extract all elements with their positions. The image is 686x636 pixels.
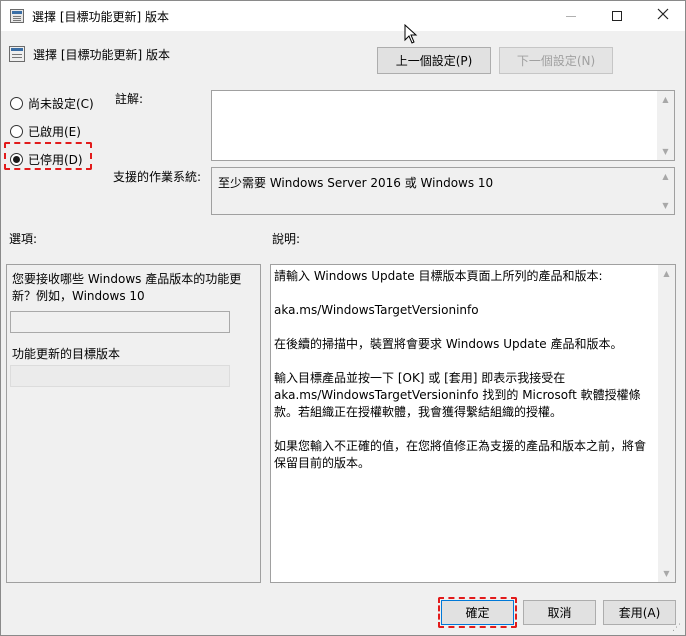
supported-os-box: 至少需要 Windows Server 2016 或 Windows 10 ▲ … <box>211 167 675 215</box>
previous-setting-button[interactable]: 上一個設定(P) <box>377 47 491 74</box>
radio-circle[interactable] <box>10 97 23 110</box>
comment-scrollbar[interactable]: ▲ ▼ <box>657 91 674 160</box>
supported-os-label: 支援的作業系統: <box>113 170 202 184</box>
minimize-button[interactable] <box>548 1 594 31</box>
minimize-icon <box>566 15 576 17</box>
help-paragraph: 在後續的掃描中，裝置將會要求 Windows Update 產品和版本。 <box>274 337 623 351</box>
target-version-input[interactable] <box>10 365 230 387</box>
scroll-up-icon[interactable]: ▲ <box>657 168 674 185</box>
window-title: 選擇 [目標功能更新] 版本 <box>32 10 169 24</box>
policy-setting-icon <box>9 46 25 62</box>
scroll-up-icon[interactable]: ▲ <box>658 265 675 282</box>
radio-circle[interactable] <box>10 125 23 138</box>
scroll-up-icon[interactable]: ▲ <box>657 91 674 108</box>
close-icon <box>657 8 669 24</box>
help-paragraph: 請輸入 Windows Update 目標版本頁面上所列的產品和版本: <box>274 269 603 283</box>
cancel-button[interactable]: 取消 <box>523 600 596 625</box>
policy-name: 選擇 [目標功能更新] 版本 <box>33 48 170 62</box>
product-version-input[interactable] <box>10 311 230 333</box>
radio-enabled[interactable]: 已啟用(E) <box>10 123 81 140</box>
help-pane: 請輸入 Windows Update 目標版本頁面上所列的產品和版本: aka.… <box>270 264 676 583</box>
scroll-down-icon[interactable]: ▼ <box>658 565 675 582</box>
disabled-highlight-box <box>4 142 92 170</box>
options-pane: 您要接收哪些 Windows 產品版本的功能更新？例如，Windows 10 功… <box>6 264 261 583</box>
apply-button[interactable]: 套用(A) <box>603 600 676 625</box>
options-label: 選項: <box>9 232 38 246</box>
help-text: 請輸入 Windows Update 目標版本頁面上所列的產品和版本: aka.… <box>274 268 654 489</box>
supported-os-value: 至少需要 Windows Server 2016 或 Windows 10 <box>218 176 494 190</box>
help-paragraph: aka.ms/WindowsTargetVersioninfo <box>274 303 479 317</box>
product-question: 您要接收哪些 Windows 產品版本的功能更新？例如，Windows 10 <box>12 272 242 303</box>
comment-textarea[interactable]: ▲ ▼ <box>211 90 675 161</box>
ok-button[interactable]: 確定 <box>441 600 514 625</box>
policy-app-icon <box>10 9 24 23</box>
maximize-button[interactable] <box>594 1 640 31</box>
help-paragraph: 輸入目標產品並按一下 [OK] 或 [套用] 即表示我接受在 aka.ms/Wi… <box>274 371 641 419</box>
help-scrollbar[interactable]: ▲ ▼ <box>658 265 675 582</box>
next-setting-button[interactable]: 下一個設定(N) <box>499 47 613 74</box>
scroll-down-icon[interactable]: ▼ <box>657 143 674 160</box>
help-label: 說明: <box>272 232 301 246</box>
target-version-label: 功能更新的目標版本 <box>12 347 121 361</box>
help-paragraph: 如果您輸入不正確的值，在您將值修正為支援的產品和版本之前，將會保留目前的版本。 <box>274 439 647 470</box>
os-scrollbar[interactable]: ▲ ▼ <box>657 168 674 214</box>
radio-not-configured[interactable]: 尚未設定(C) <box>10 95 94 112</box>
maximize-icon <box>612 11 622 21</box>
resize-grip-icon[interactable]: ⋰ <box>672 623 684 635</box>
radio-label: 已啟用(E) <box>28 125 81 139</box>
mouse-cursor-icon <box>404 23 418 47</box>
radio-label: 尚未設定(C) <box>28 97 94 111</box>
comment-label: 註解: <box>115 92 144 106</box>
close-button[interactable] <box>640 1 686 31</box>
title-bar: 選擇 [目標功能更新] 版本 <box>1 1 685 31</box>
dialog-window: 選擇 [目標功能更新] 版本 選擇 [目標功能更新] 版本 上一個設定(P) 下… <box>0 0 686 636</box>
scroll-down-icon[interactable]: ▼ <box>657 197 674 214</box>
